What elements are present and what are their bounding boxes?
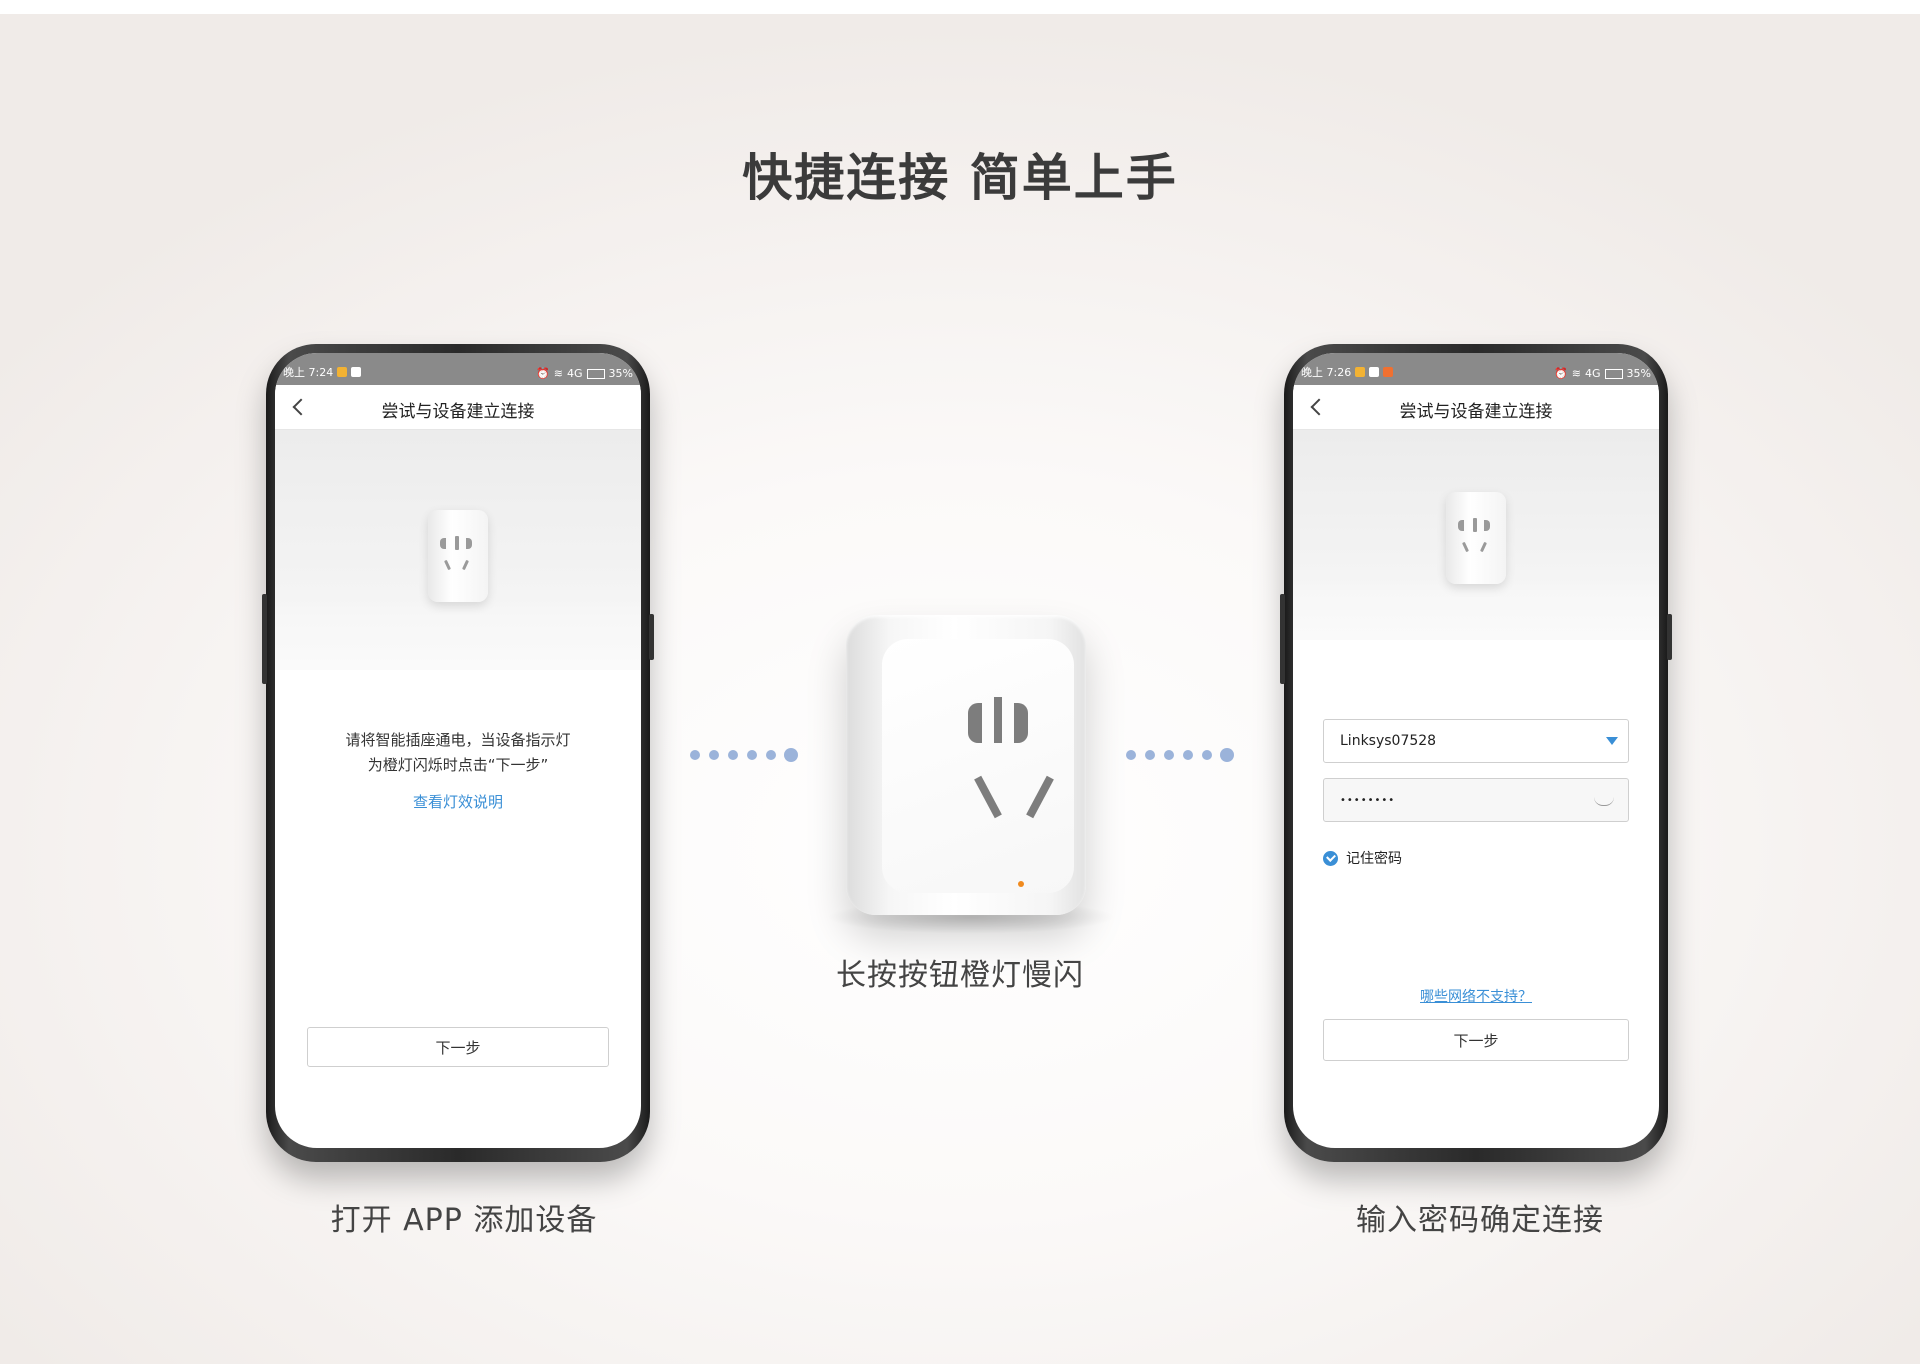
instruction-text: 请将智能插座通电，当设备指示灯 为橙灯闪烁时点击“下一步” — [305, 728, 611, 778]
connector-dot — [766, 750, 776, 760]
status-network: 4G — [1585, 367, 1601, 380]
phone-screen: 晚上 7:24 ⏰ ≋ 4G 35% 尝试与设备建立连接 请将智能插座通电，当设… — [275, 353, 641, 1148]
unsupported-network-link[interactable]: 哪些网络不支持？ — [1293, 986, 1659, 1006]
instruction-line: 请将智能插座通电，当设备指示灯 — [345, 731, 571, 749]
light-effect-help-link[interactable]: 查看灯效说明 — [275, 791, 641, 812]
battery-icon — [1604, 368, 1623, 379]
smart-plug-product — [846, 615, 1086, 915]
connector-dot — [690, 750, 700, 760]
nav-title: 尝试与设备建立连接 — [381, 402, 535, 422]
connector-dot — [709, 750, 719, 760]
hero-shelf — [275, 620, 641, 670]
step2-caption: 长按按钮橙灯慢闪 — [836, 958, 1084, 993]
instruction-line: 为橙灯闪烁时点击“下一步” — [367, 756, 549, 774]
wifi-password-field[interactable]: •••••••• — [1323, 778, 1629, 822]
next-step-button[interactable]: 下一步 — [307, 1027, 609, 1067]
status-time: 晚上 7:24 — [283, 366, 334, 379]
led-indicator — [1018, 881, 1024, 887]
password-value: •••••••• — [1340, 794, 1396, 806]
wifi-icon: ≋ — [553, 367, 564, 380]
step1-caption: 打开 APP 添加设备 — [330, 1203, 598, 1238]
app-notification-icon — [337, 367, 348, 377]
phone-side-button — [649, 614, 654, 660]
status-battery: 35% — [1626, 367, 1651, 380]
app-notification-icon — [351, 367, 362, 377]
remember-password-checkbox[interactable]: 记住密码 — [1323, 848, 1402, 868]
alarm-icon: ⏰ — [536, 367, 550, 380]
next-step-button[interactable]: 下一步 — [1323, 1019, 1629, 1061]
smart-plug-image — [428, 510, 488, 602]
connector-dot — [747, 750, 757, 760]
plug-slot — [1014, 703, 1028, 743]
plug-face — [882, 639, 1074, 893]
app-notification-icon — [1383, 367, 1394, 377]
plug-slot — [968, 703, 982, 743]
connector-dot — [1126, 750, 1136, 760]
nav-bar: 尝试与设备建立连接 — [275, 385, 641, 430]
wifi-ssid-value: Linksys07528 — [1340, 733, 1437, 749]
checked-icon[interactable] — [1323, 850, 1338, 866]
connector-dot — [784, 748, 798, 762]
nav-bar: 尝试与设备建立连接 — [1293, 385, 1659, 430]
phone-screen: 晚上 7:26 ⏰ ≋ 4G 35% 尝试与设备建立连接 Linksys0752… — [1293, 353, 1659, 1148]
top-strip — [0, 0, 1920, 14]
nav-title: 尝试与设备建立连接 — [1399, 402, 1553, 422]
status-bar: 晚上 7:26 ⏰ ≋ 4G 35% — [1293, 353, 1659, 385]
connector-dot — [1145, 750, 1155, 760]
connector-dot — [1202, 750, 1212, 760]
show-password-icon[interactable] — [1594, 797, 1614, 806]
phone-side-button — [262, 594, 267, 684]
hero-shelf — [1293, 590, 1659, 640]
status-bar: 晚上 7:24 ⏰ ≋ 4G 35% — [275, 353, 641, 385]
alarm-icon: ⏰ — [1554, 367, 1568, 380]
remember-password-label: 记住密码 — [1346, 851, 1402, 867]
wifi-icon: ≋ — [1571, 367, 1582, 380]
page-title: 快捷连接 简单上手 — [742, 149, 1178, 207]
connector-dot — [1183, 750, 1193, 760]
status-battery: 35% — [608, 367, 633, 380]
wifi-ssid-select[interactable]: Linksys07528 — [1323, 719, 1629, 763]
phone-right: 晚上 7:26 ⏰ ≋ 4G 35% 尝试与设备建立连接 Linksys0752… — [1280, 344, 1672, 1162]
phone-left: 晚上 7:24 ⏰ ≋ 4G 35% 尝试与设备建立连接 请将智能插座通电，当设… — [262, 344, 654, 1162]
phone-side-button — [1667, 614, 1672, 660]
battery-icon — [586, 368, 605, 379]
connector-dot — [1164, 750, 1174, 760]
phone-side-button — [1280, 594, 1285, 684]
device-hero-image — [275, 430, 641, 670]
connector-dot — [1220, 748, 1234, 762]
plug-slot — [994, 697, 1002, 743]
status-network: 4G — [567, 367, 583, 380]
connector-dot — [728, 750, 738, 760]
dropdown-arrow-icon[interactable] — [1606, 737, 1618, 745]
step3-caption: 输入密码确定连接 — [1356, 1203, 1604, 1238]
device-hero-image — [1293, 430, 1659, 640]
smart-plug-image — [1446, 492, 1506, 584]
app-notification-icon — [1355, 367, 1366, 377]
status-time: 晚上 7:26 — [1301, 366, 1352, 379]
app-notification-icon — [1369, 367, 1380, 377]
